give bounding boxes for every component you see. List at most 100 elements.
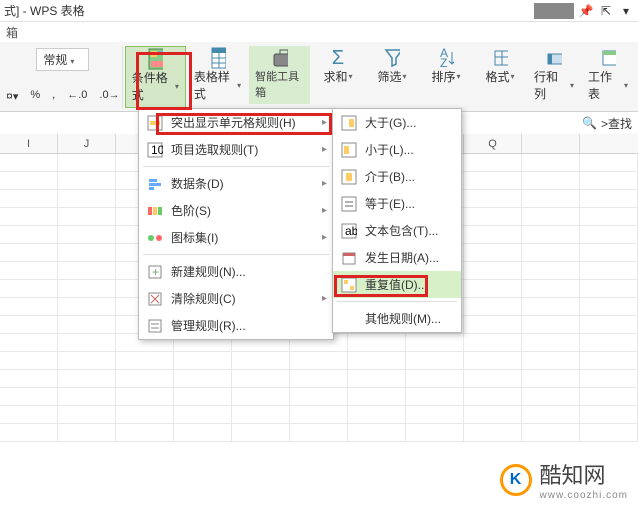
- sort-button[interactable]: AZ 排序▾: [420, 46, 472, 89]
- cell[interactable]: [406, 334, 464, 351]
- cell[interactable]: [174, 370, 232, 387]
- cell[interactable]: [522, 262, 580, 279]
- cell[interactable]: [464, 406, 522, 423]
- cell[interactable]: [580, 208, 638, 225]
- cell[interactable]: [58, 226, 116, 243]
- cell[interactable]: [174, 352, 232, 369]
- cell[interactable]: [580, 316, 638, 333]
- menu-item[interactable]: 图标集(I): [139, 224, 333, 251]
- cell[interactable]: [464, 370, 522, 387]
- cell[interactable]: [290, 370, 348, 387]
- cell[interactable]: [58, 172, 116, 189]
- cell[interactable]: [0, 280, 58, 297]
- sum-button[interactable]: Σ 求和▾: [312, 46, 364, 89]
- col-header[interactable]: Q: [464, 134, 522, 153]
- dec-dec-btn[interactable]: .0→: [94, 86, 124, 106]
- cell[interactable]: [580, 388, 638, 405]
- rowcol-button[interactable]: 行和列▾: [528, 46, 580, 106]
- cell[interactable]: [290, 406, 348, 423]
- cell[interactable]: [464, 154, 522, 171]
- col-header[interactable]: I: [0, 134, 58, 153]
- cell[interactable]: [522, 406, 580, 423]
- cell[interactable]: [522, 154, 580, 171]
- cell[interactable]: [580, 172, 638, 189]
- cell[interactable]: [116, 388, 174, 405]
- external-icon[interactable]: ⇱: [598, 3, 614, 19]
- cell[interactable]: [0, 352, 58, 369]
- cell[interactable]: [580, 226, 638, 243]
- cell[interactable]: [580, 280, 638, 297]
- cell[interactable]: [58, 316, 116, 333]
- cell[interactable]: [58, 388, 116, 405]
- cell[interactable]: [464, 388, 522, 405]
- menu-item[interactable]: 清除规则(C): [139, 285, 333, 312]
- cell[interactable]: [174, 424, 232, 441]
- cell[interactable]: [406, 424, 464, 441]
- cell[interactable]: [522, 190, 580, 207]
- table-row[interactable]: [0, 388, 638, 406]
- menu-item[interactable]: 大于(G)...: [333, 109, 461, 136]
- cell[interactable]: [290, 424, 348, 441]
- cell[interactable]: [58, 280, 116, 297]
- table-row[interactable]: [0, 370, 638, 388]
- cell[interactable]: [406, 406, 464, 423]
- cell[interactable]: [58, 208, 116, 225]
- cell[interactable]: [348, 406, 406, 423]
- cell[interactable]: [522, 280, 580, 297]
- cell[interactable]: [0, 154, 58, 171]
- cell[interactable]: [406, 352, 464, 369]
- cell[interactable]: [348, 370, 406, 387]
- filter-button[interactable]: 筛选▾: [366, 46, 418, 89]
- cell[interactable]: [232, 388, 290, 405]
- cell[interactable]: [290, 388, 348, 405]
- cell[interactable]: [232, 352, 290, 369]
- cell[interactable]: [0, 190, 58, 207]
- cell[interactable]: [58, 262, 116, 279]
- table-style-button[interactable]: 表格样式▾: [188, 46, 247, 106]
- sheet-button[interactable]: 工作表▾: [582, 46, 634, 106]
- conditional-format-button[interactable]: 条件格式▾: [125, 46, 186, 108]
- cell[interactable]: [58, 352, 116, 369]
- menu-item[interactable]: 10项目选取规则(T): [139, 136, 333, 163]
- cell[interactable]: [58, 406, 116, 423]
- cell[interactable]: [174, 406, 232, 423]
- cell[interactable]: [464, 334, 522, 351]
- cell[interactable]: [464, 208, 522, 225]
- menu-item[interactable]: 突出显示单元格规则(H): [139, 109, 333, 136]
- cell[interactable]: [580, 262, 638, 279]
- cell[interactable]: [58, 244, 116, 261]
- percent-btn[interactable]: %: [25, 86, 45, 106]
- cell[interactable]: [406, 388, 464, 405]
- cell[interactable]: [58, 370, 116, 387]
- cell[interactable]: [116, 352, 174, 369]
- comma-btn[interactable]: ,: [47, 86, 60, 106]
- cell[interactable]: [464, 298, 522, 315]
- cell[interactable]: [0, 226, 58, 243]
- menu-item[interactable]: 重复值(D)...: [333, 271, 461, 298]
- menu-item[interactable]: 管理规则(R)...: [139, 312, 333, 339]
- cell[interactable]: [0, 262, 58, 279]
- cell[interactable]: [464, 262, 522, 279]
- menu-item[interactable]: 小于(L)...: [333, 136, 461, 163]
- menu-item[interactable]: 其他规则(M)...: [333, 305, 461, 332]
- format-button[interactable]: 格式▾: [474, 46, 526, 89]
- table-row[interactable]: [0, 352, 638, 370]
- col-header[interactable]: [522, 134, 580, 153]
- menu-item[interactable]: 发生日期(A)...: [333, 244, 461, 271]
- cell[interactable]: [0, 406, 58, 423]
- cell[interactable]: [522, 316, 580, 333]
- cell[interactable]: [58, 334, 116, 351]
- cell[interactable]: [580, 244, 638, 261]
- cell[interactable]: [464, 172, 522, 189]
- cell[interactable]: [522, 334, 580, 351]
- cell[interactable]: [348, 352, 406, 369]
- table-row[interactable]: [0, 424, 638, 442]
- cell[interactable]: [116, 406, 174, 423]
- cell[interactable]: [0, 244, 58, 261]
- cell[interactable]: [522, 424, 580, 441]
- menu-item[interactable]: ab文本包含(T)...: [333, 217, 461, 244]
- cell[interactable]: [58, 424, 116, 441]
- cell[interactable]: [174, 388, 232, 405]
- cell[interactable]: [464, 424, 522, 441]
- cell[interactable]: [0, 388, 58, 405]
